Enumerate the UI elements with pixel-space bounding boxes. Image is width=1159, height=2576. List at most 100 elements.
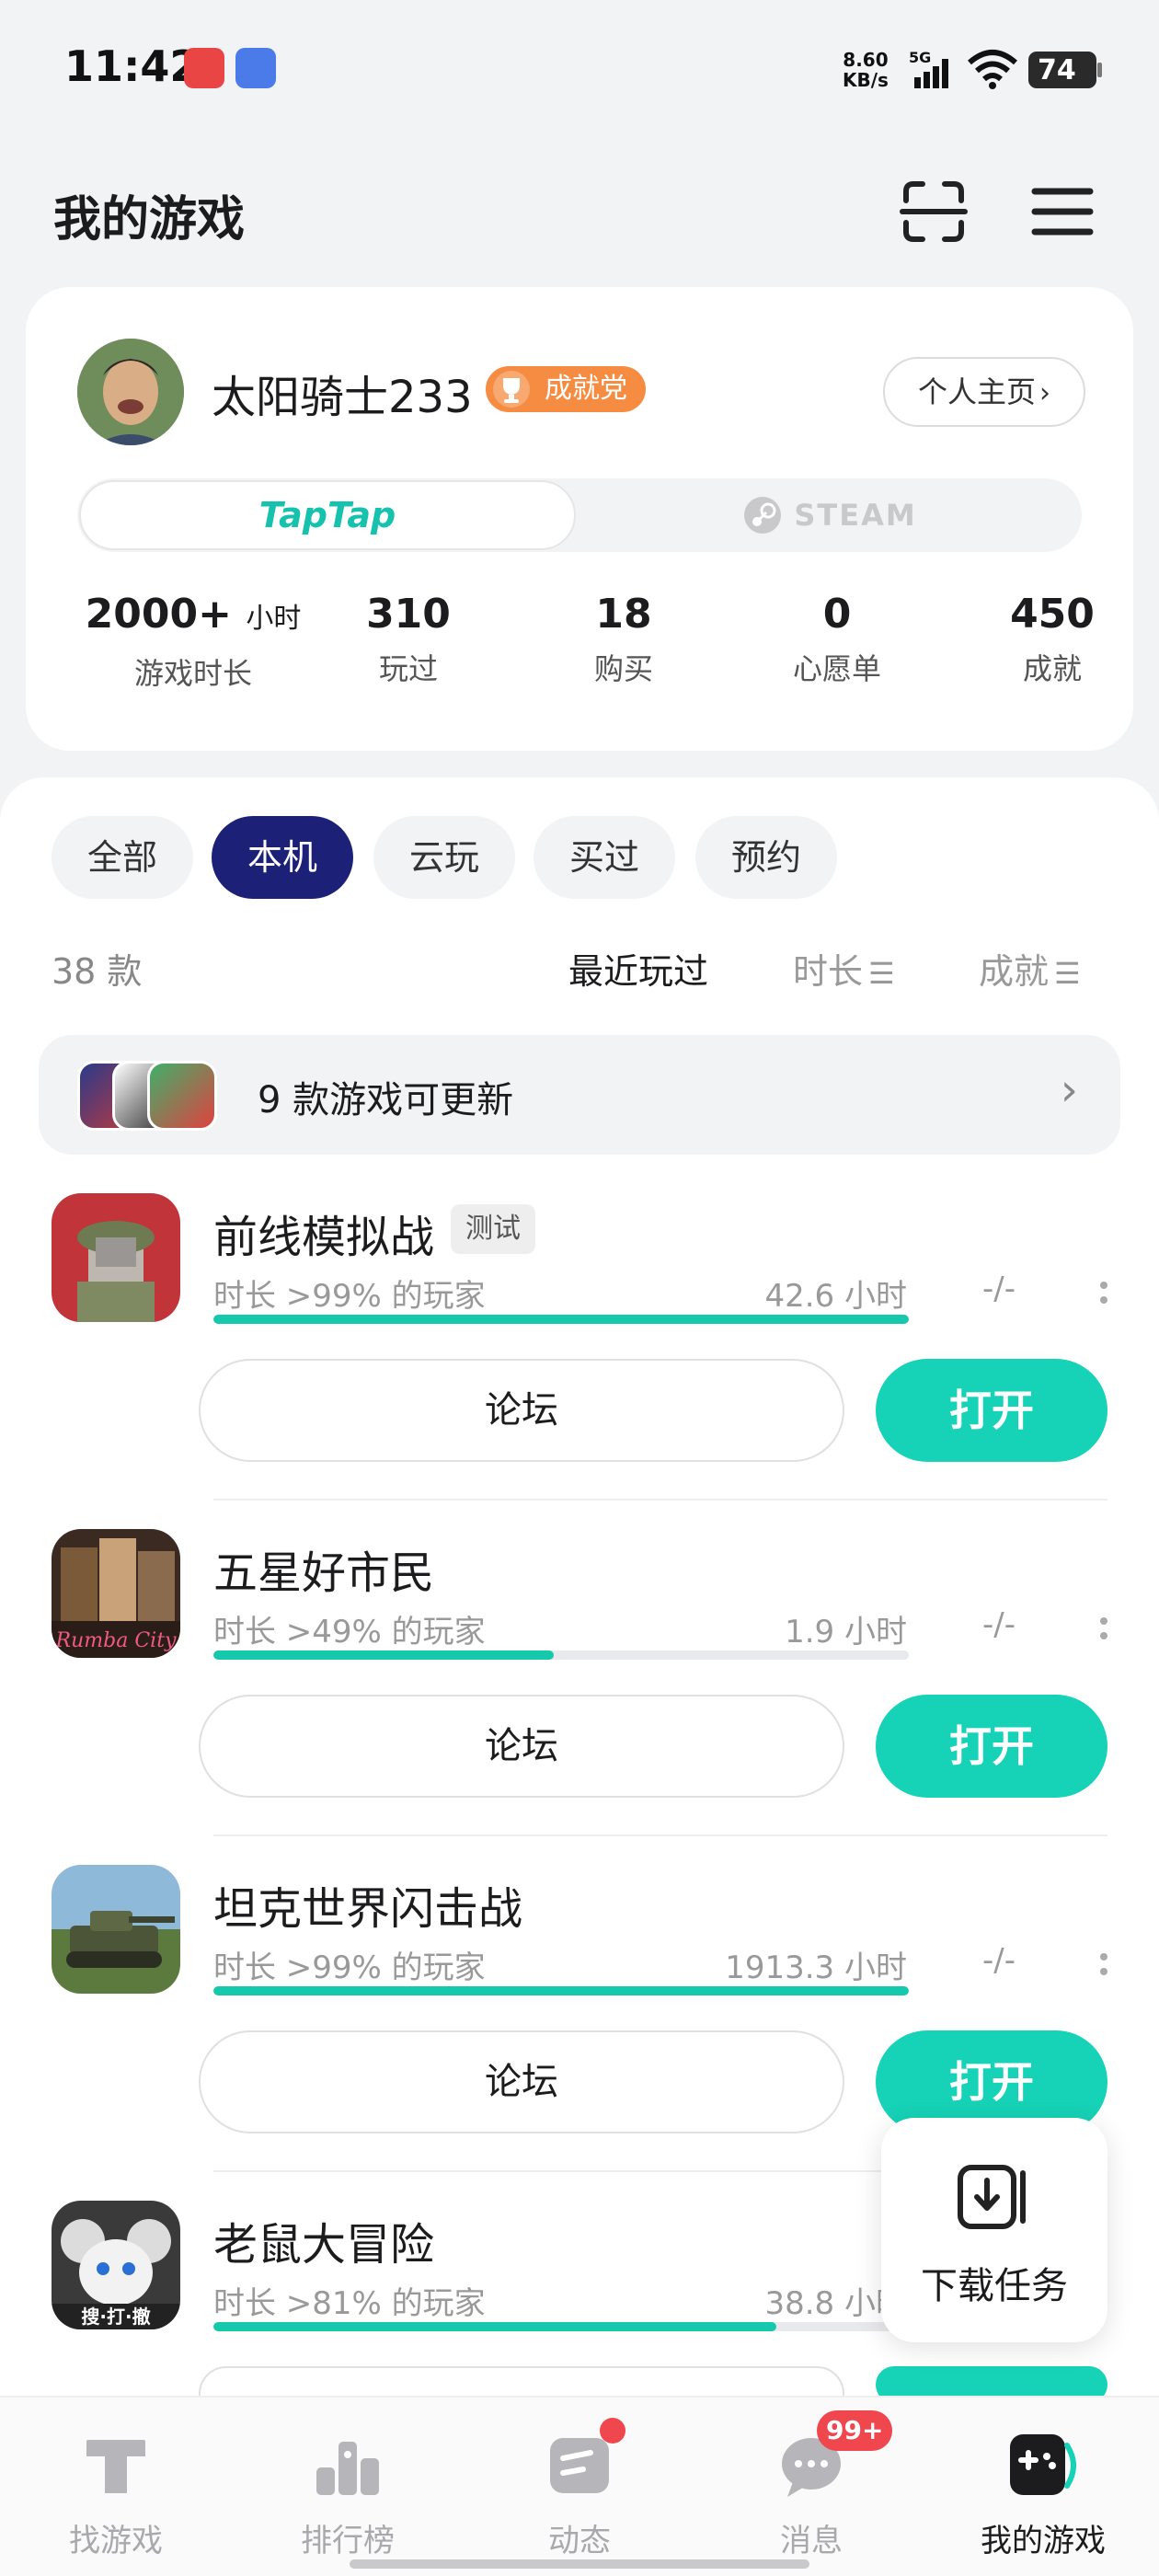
nav-ranking[interactable]: 排行榜: [232, 2398, 464, 2576]
playtime-hours: 42.6 小时: [764, 1278, 907, 1315]
achievement-count: -/-: [982, 1942, 1016, 1979]
game-name: 前线模拟战: [213, 1212, 435, 1263]
open-button[interactable]: 打开: [876, 1695, 1107, 1798]
ranking-icon: [316, 2442, 379, 2495]
sort-icon: ☰: [868, 956, 895, 991]
home-indicator: [350, 2559, 809, 2569]
playtime-progress: [213, 1986, 909, 1995]
chevron-right-icon: ›: [1039, 377, 1050, 409]
download-icon: [958, 2165, 1026, 2229]
game-name: 坦克世界闪击战: [213, 1883, 523, 1935]
forum-button[interactable]: 论坛: [199, 1359, 844, 1462]
game-icon[interactable]: Rumba City: [52, 1529, 180, 1658]
update-banner[interactable]: 9 款游戏可更新 ›: [39, 1035, 1120, 1155]
filter-chip-local[interactable]: 本机: [212, 816, 353, 899]
stat-purchased[interactable]: 18 购买: [513, 589, 734, 688]
notification-dot: [600, 2418, 625, 2444]
divider: [213, 1499, 1107, 1501]
playtime-hours: 1.9 小时: [785, 1614, 907, 1650]
profile-page-button[interactable]: 个人主页 ›: [883, 357, 1085, 427]
username: 太阳骑士233: [212, 372, 473, 423]
svg-text:5G: 5G: [909, 49, 931, 66]
platform-tabs: TapTap STEAM: [77, 478, 1082, 552]
sort-achievements[interactable]: 成就 ☰: [979, 943, 1081, 994]
stat-achievements[interactable]: 450 成就: [942, 589, 1159, 688]
find-game-icon: [86, 2440, 145, 2493]
divider: [213, 1834, 1107, 1836]
playtime-rank: 时长 >81% 的玩家: [213, 2285, 486, 2322]
nav-find-game[interactable]: 找游戏: [0, 2398, 232, 2576]
playtime-progress-fill: [213, 1315, 909, 1324]
game-name: 五星好市民: [213, 1547, 435, 1599]
filter-chip-reserved[interactable]: 预约: [695, 816, 837, 899]
wifi-icon: [968, 50, 1017, 89]
signal-icon: 5G: [909, 49, 948, 88]
trophy-icon: [493, 371, 530, 408]
more-vertical-icon[interactable]: [1095, 1265, 1113, 1320]
svg-text:搜·打·撤: 搜·打·撤: [81, 2306, 150, 2328]
steam-icon: [744, 497, 782, 534]
playtime-progress: [213, 1315, 909, 1324]
menu-icon[interactable]: [1026, 175, 1099, 248]
download-tasks-button[interactable]: 下载任务: [881, 2118, 1107, 2342]
sort-recent[interactable]: 最近玩过: [568, 943, 708, 994]
game-name: 老鼠大冒险: [213, 2219, 435, 2271]
game-icon[interactable]: [52, 1193, 180, 1322]
update-game-icons: [77, 1061, 261, 1131]
my-games-icon: [1010, 2434, 1076, 2495]
download-tasks-label: 下载任务: [921, 2265, 1068, 2307]
chevron-right-icon: ›: [1060, 1064, 1078, 1116]
profile-card: 太阳骑士233 成就党 个人主页 › TapTap STEAM 2000+ 小时…: [26, 287, 1133, 751]
forum-button[interactable]: 论坛: [199, 1695, 844, 1798]
app-notification-icon: [235, 48, 276, 88]
game-thumb-icon: [147, 1061, 217, 1131]
playtime-progress-fill: [213, 2322, 777, 2331]
playtime-progress: [213, 2322, 909, 2331]
sort-icon: ☰: [1054, 956, 1081, 991]
game-icon[interactable]: 搜·打·撤: [52, 2201, 180, 2329]
scan-icon[interactable]: [897, 175, 970, 248]
stat-wishlist[interactable]: 0 心愿单: [727, 589, 947, 688]
game-icon[interactable]: [52, 1865, 180, 1994]
playtime-rank: 时长 >99% 的玩家: [213, 1278, 486, 1315]
tab-taptap[interactable]: TapTap: [79, 480, 576, 550]
playtime-rank: 时长 >99% 的玩家: [213, 1949, 486, 1986]
more-vertical-icon[interactable]: [1095, 1937, 1113, 1992]
stat-played[interactable]: 310 玩过: [298, 589, 519, 688]
achievement-count: -/-: [982, 1606, 1016, 1643]
playtime-hours: 1913.3 小时: [725, 1949, 907, 1986]
filter-chip-cloud[interactable]: 云玩: [373, 816, 515, 899]
test-tag: 测试: [451, 1204, 535, 1254]
playtime-progress-fill: [213, 1986, 909, 1995]
sort-playtime[interactable]: 时长 ☰: [793, 943, 895, 994]
playtime-progress: [213, 1650, 909, 1660]
page-title: 我的游戏: [53, 192, 246, 247]
bottom-nav: 找游戏 排行榜 动态 99+ 消息 我的游戏: [0, 2396, 1159, 2576]
nav-messages[interactable]: 99+ 消息: [695, 2398, 927, 2576]
nav-feed[interactable]: 动态: [464, 2398, 695, 2576]
playtime-progress-fill: [213, 1650, 555, 1660]
stat-playtime[interactable]: 2000+ 小时 游戏时长: [83, 589, 304, 693]
achievement-badge: 成就党: [486, 366, 646, 412]
open-button[interactable]: 打开: [876, 1359, 1107, 1462]
more-vertical-icon[interactable]: [1095, 1601, 1113, 1656]
playtime-hours: 38.8 小时: [764, 2285, 907, 2322]
status-bar: 11:42 8.60 KB/s 5G 74: [0, 0, 1159, 138]
filter-chip-bought[interactable]: 买过: [534, 816, 675, 899]
avatar[interactable]: [77, 339, 184, 445]
network-speed: 8.60 KB/s: [843, 49, 889, 91]
tab-steam[interactable]: STEAM: [580, 480, 1080, 550]
filter-chip-all[interactable]: 全部: [52, 816, 193, 899]
forum-button[interactable]: 论坛: [199, 2030, 844, 2133]
game-count: 38 款: [52, 951, 143, 992]
list-item: 前线模拟战 测试 时长 >99% 的玩家 42.6 小时 -/- 论坛 打开: [0, 1193, 1159, 1529]
list-item: Rumba City 五星好市民 时长 >49% 的玩家 1.9 小时 -/- …: [0, 1529, 1159, 1865]
svg-text:Rumba City: Rumba City: [55, 1629, 177, 1652]
message-count-badge: 99+: [817, 2410, 893, 2451]
update-text: 9 款游戏可更新: [258, 1079, 514, 1121]
battery-icon: 74: [1028, 52, 1102, 88]
profile-stats: 2000+ 小时 游戏时长 310 玩过 18 购买 0 心愿单 450 成就: [26, 589, 1133, 708]
achievement-count: -/-: [982, 1271, 1016, 1307]
nav-my-games[interactable]: 我的游戏: [927, 2398, 1159, 2576]
status-time: 11:42: [64, 41, 200, 91]
